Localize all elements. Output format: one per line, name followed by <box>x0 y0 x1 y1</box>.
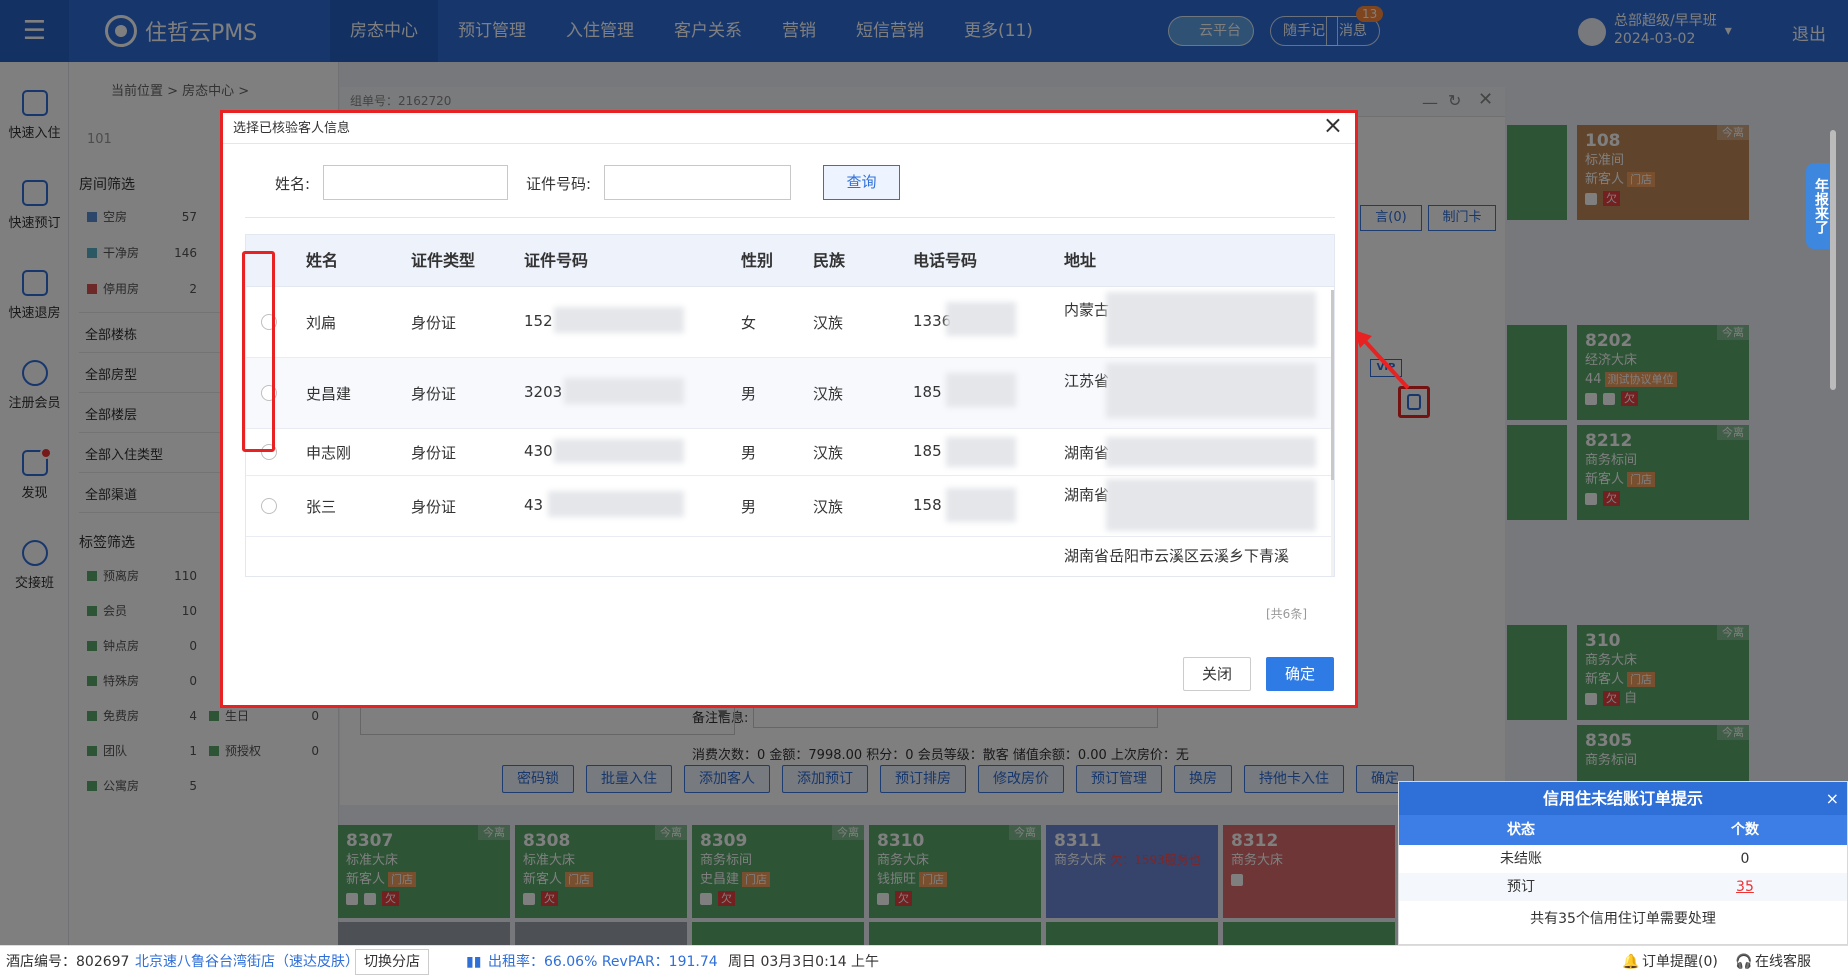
gender: 男 <box>741 444 757 462</box>
id-type: 身份证 <box>411 314 457 332</box>
status-bar: 酒店编号：802697 北京速八鲁谷台湾街店（速达皮肤） 切换分店 ▮▮ 出租率… <box>0 945 1848 978</box>
current-datetime: 周日 03月3日0:14 上午 <box>728 954 880 970</box>
bar-chart-icon: ▮▮ <box>466 954 482 970</box>
nation: 汉族 <box>813 444 844 462</box>
name-input[interactable] <box>323 165 508 200</box>
notice-title-text: 信用住未结账订单提示 <box>1542 789 1703 808</box>
col-gender: 性别 <box>741 251 774 270</box>
id-type: 身份证 <box>411 444 457 462</box>
address: 湖南省 <box>1064 444 1110 462</box>
id-number: 430 <box>524 442 553 460</box>
table-row[interactable]: 张三 身份证 43 男 汉族 158 湖南省 <box>246 476 1334 537</box>
total-count: [共6条] <box>1266 607 1307 621</box>
col-name: 姓名 <box>306 251 339 270</box>
guest-name: 申志刚 <box>306 444 352 462</box>
table-header: 姓名 证件类型 证件号码 性别 民族 电话号码 地址 <box>246 235 1334 287</box>
redaction <box>1106 363 1316 418</box>
col-id-type: 证件类型 <box>411 251 476 270</box>
hotel-number: 酒店编号：802697 <box>6 954 130 970</box>
nation: 汉族 <box>813 385 844 403</box>
guest-name: 刘扁 <box>306 314 337 332</box>
table-row: 预订 35 <box>1399 873 1847 901</box>
redaction <box>554 307 684 333</box>
redaction <box>946 373 1016 407</box>
id-number-label: 证件号码: <box>526 175 592 193</box>
confirm-button[interactable]: 确定 <box>1266 657 1334 691</box>
divider <box>223 143 1355 144</box>
divider <box>245 217 1335 218</box>
online-service[interactable]: 在线客服 <box>1755 946 1811 978</box>
notice-title: 信用住未结账订单提示 × <box>1399 782 1847 815</box>
status-cell: 未结账 <box>1499 851 1542 867</box>
verified-guest-dialog: 选择已核验客人信息 × 姓名: 证件号码: 查询 姓名 证件类型 证件号码 性别… <box>220 110 1358 708</box>
notice-table-header: 状态 个数 <box>1399 815 1847 845</box>
headset-icon: 🎧 <box>1735 954 1753 970</box>
col-status: 状态 <box>1506 822 1535 838</box>
address: 湖南省 <box>1064 486 1110 504</box>
redaction <box>946 488 1016 522</box>
redaction <box>1106 437 1316 467</box>
count-cell: 35 <box>1643 873 1847 901</box>
nation: 汉族 <box>813 498 844 516</box>
hotel-name[interactable]: 北京速八鲁谷台湾街店（速达皮肤） <box>135 946 359 978</box>
close-icon[interactable]: × <box>1826 782 1839 815</box>
gender: 男 <box>741 498 757 516</box>
address: 湖南省岳阳市云溪区云溪乡下青溪 <box>1064 547 1290 565</box>
col-count: 个数 <box>1730 822 1759 838</box>
table-row[interactable]: 史昌建 身份证 3203 男 汉族 185 江苏省 <box>246 358 1334 429</box>
col-nation: 民族 <box>813 251 846 270</box>
count-cell: 0 <box>1740 851 1750 867</box>
redaction <box>1106 479 1316 531</box>
address: 江苏省 <box>1064 372 1110 390</box>
gender: 男 <box>741 385 757 403</box>
id-number: 3203 <box>524 383 563 401</box>
id-number: 152 <box>524 312 553 330</box>
row-radio[interactable] <box>261 498 277 514</box>
page-scrollbar[interactable] <box>1830 130 1836 390</box>
close-button[interactable]: 关闭 <box>1183 657 1251 691</box>
name-label: 姓名: <box>275 175 311 193</box>
notice-table-body: 未结账 0 预订 35 <box>1399 845 1847 901</box>
switch-store-button[interactable]: 切换分店 <box>355 949 429 975</box>
gender: 女 <box>741 314 757 332</box>
status-cell: 预订 <box>1506 879 1535 895</box>
address: 内蒙古 <box>1064 301 1110 319</box>
credit-order-notice: 信用住未结账订单提示 × 状态 个数 未结账 0 预订 35 共有35个信用住订单… <box>1398 781 1848 945</box>
guest-table: 姓名 证件类型 证件号码 性别 民族 电话号码 地址 刘扁 身份证 152 女 … <box>245 234 1335 577</box>
occupancy-stats: 出租率：66.06% RevPAR：191.74 <box>488 954 718 970</box>
notice-footer: 共有35个信用住订单需要处理 <box>1530 911 1716 927</box>
phone: 185 <box>913 383 942 401</box>
redaction <box>946 302 1016 336</box>
table-row: 未结账 0 <box>1399 845 1847 873</box>
id-number: 43 <box>524 496 544 514</box>
guest-name: 张三 <box>306 498 337 516</box>
redaction <box>1106 292 1316 347</box>
col-phone: 电话号码 <box>913 251 978 270</box>
radio-column-highlight <box>242 251 275 452</box>
redaction <box>548 491 684 517</box>
table-row[interactable]: 湖南省岳阳市云溪区云溪乡下青溪 <box>246 537 1334 576</box>
close-icon[interactable]: × <box>1323 111 1343 139</box>
id-type: 身份证 <box>411 498 457 516</box>
table-scrollbar-thumb[interactable] <box>1331 290 1334 480</box>
query-button[interactable]: 查询 <box>823 165 900 200</box>
phone: 185 <box>913 442 942 460</box>
phone: 158 <box>913 496 942 514</box>
bell-icon: 🔔 <box>1622 954 1640 970</box>
redaction <box>946 437 1016 467</box>
arrow-annotation <box>1354 330 1410 390</box>
nation: 汉族 <box>813 314 844 332</box>
id-number-input[interactable] <box>604 165 791 200</box>
table-row[interactable]: 申志刚 身份证 430 男 汉族 185 湖南省 <box>246 429 1334 476</box>
guest-name: 史昌建 <box>306 385 352 403</box>
redaction <box>564 378 684 404</box>
dialog-title: 选择已核验客人信息 <box>233 121 351 136</box>
table-row[interactable]: 刘扁 身份证 152 女 汉族 1336 内蒙古 <box>246 287 1334 358</box>
booking-count-link[interactable]: 35 <box>1736 879 1754 895</box>
order-alert[interactable]: 订单提醒(0) <box>1642 946 1718 978</box>
id-type: 身份证 <box>411 385 457 403</box>
col-address: 地址 <box>1064 251 1097 270</box>
col-id-number: 证件号码 <box>524 251 589 270</box>
redaction <box>554 439 684 463</box>
